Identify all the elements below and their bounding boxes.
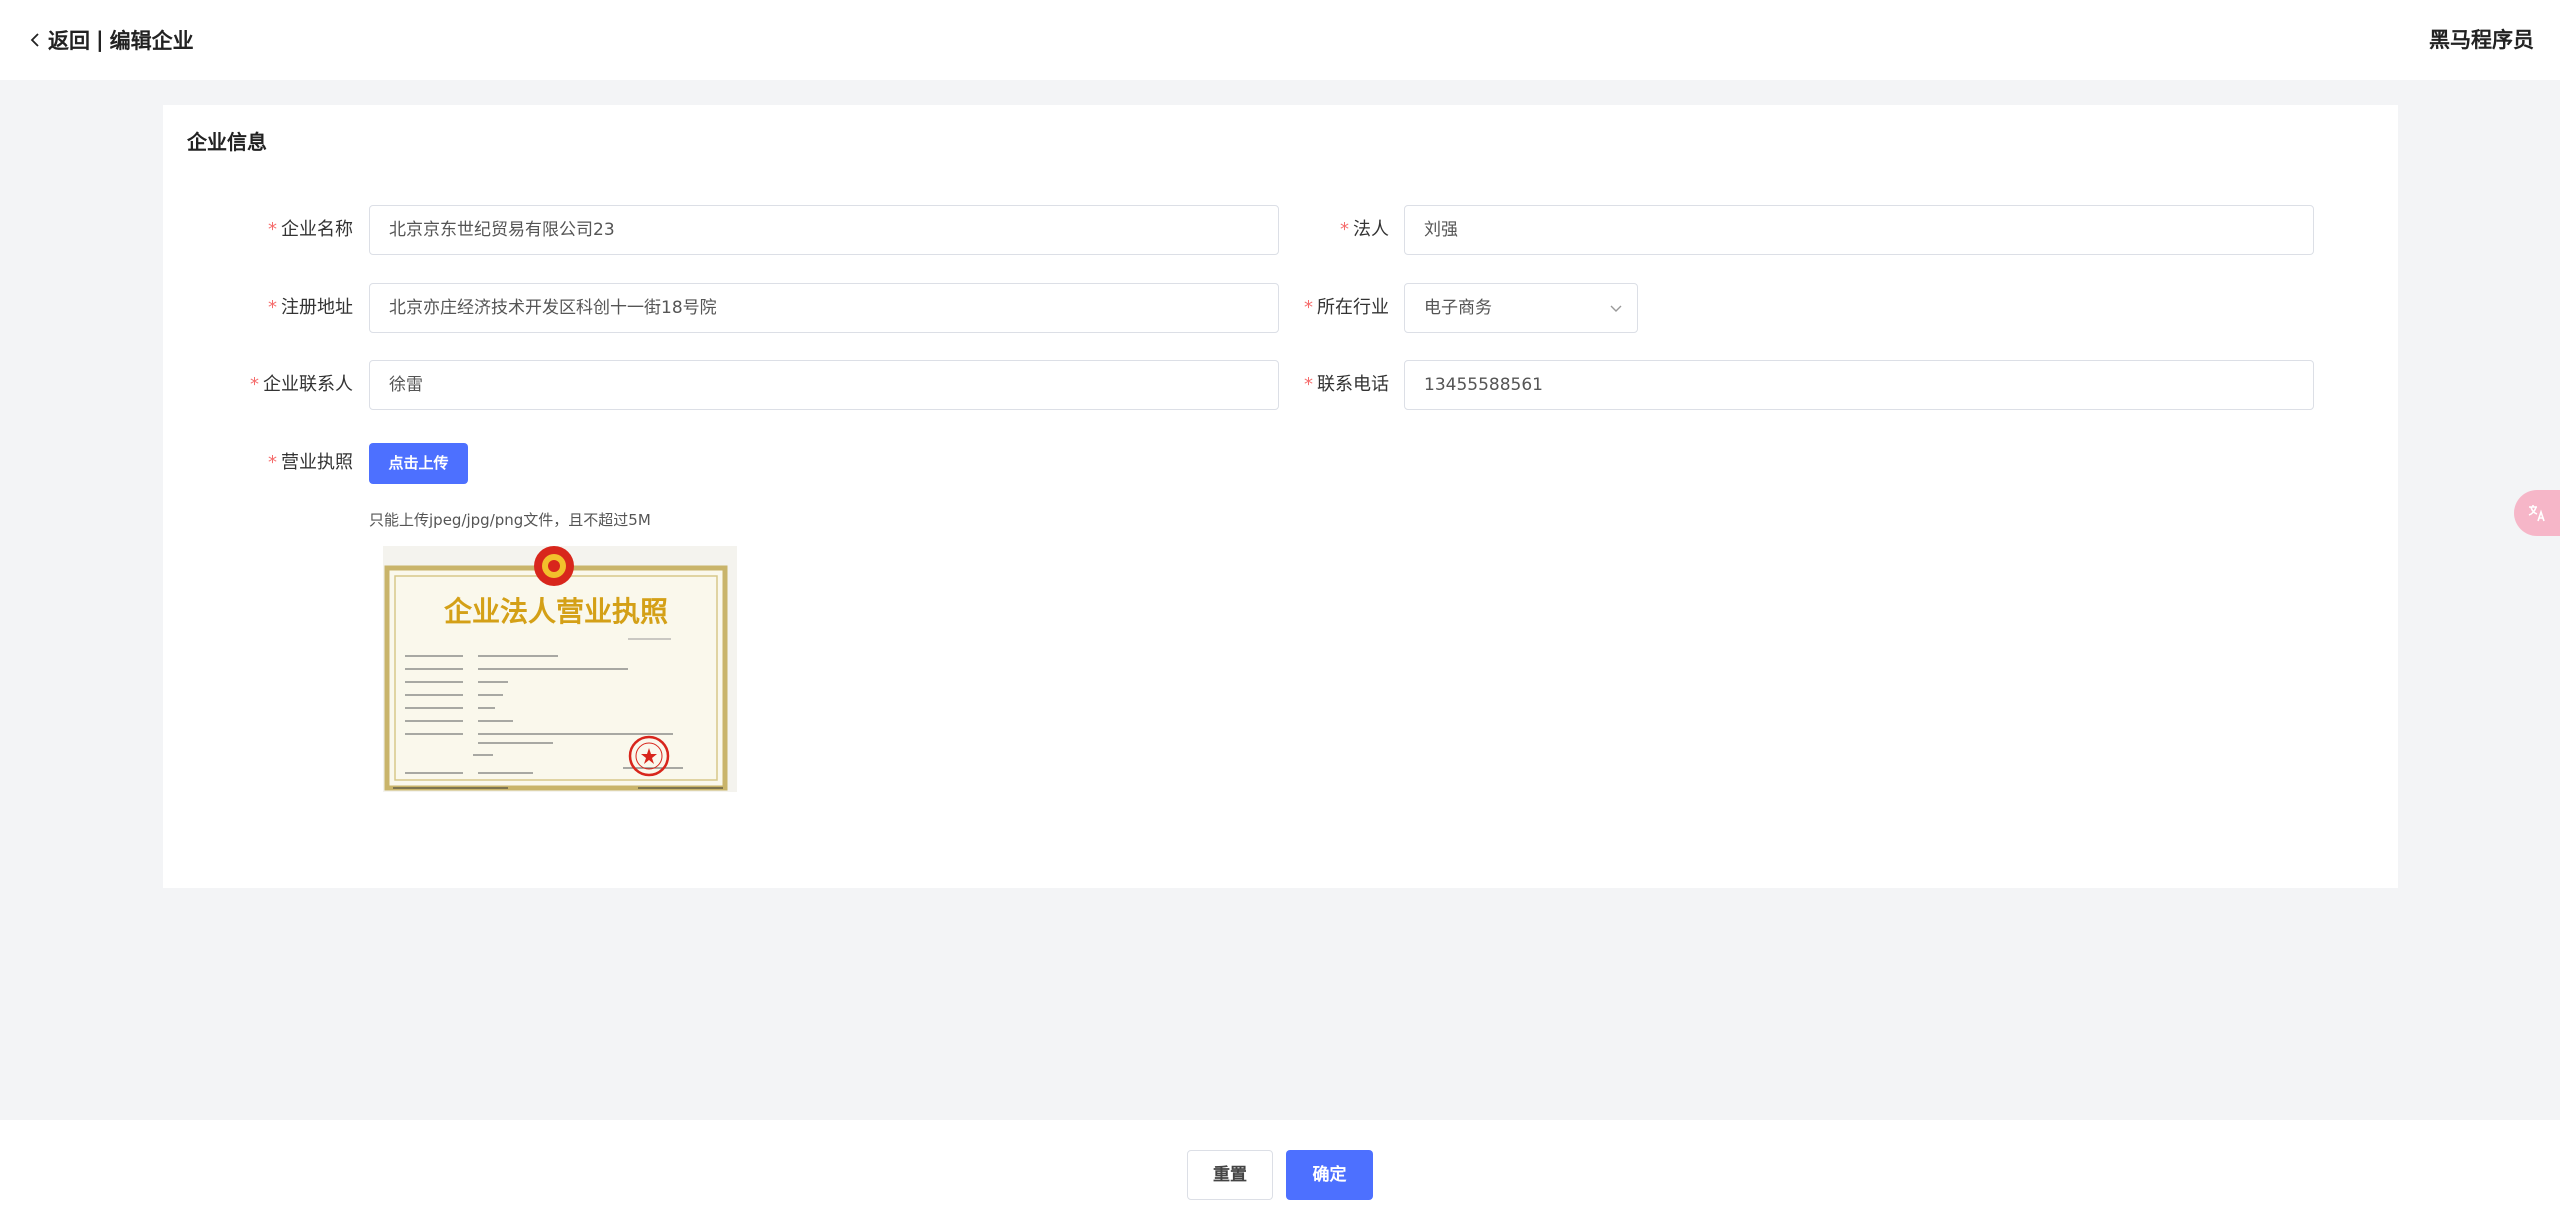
license-image[interactable]: 企业法人营业执照: [383, 546, 737, 792]
license-label: * 营业执照: [268, 452, 353, 473]
contact-input[interactable]: 徐雷: [369, 360, 1279, 410]
chevron-left-icon: [30, 33, 39, 47]
upload-button[interactable]: 点击上传: [369, 443, 468, 484]
reg-address-label: * 注册地址: [268, 297, 353, 318]
phone-input[interactable]: 13455588561: [1404, 360, 2314, 410]
translate-icon: [2528, 505, 2545, 522]
section-title: 企业信息: [187, 130, 267, 154]
phone-label: * 联系电话: [1304, 374, 1389, 395]
company-info-card: 企业信息 * 企业名称 北京京东世纪贸易有限公司23 * 法人 刘强 * 注册地址 北…: [163, 105, 2398, 888]
industry-label: * 所在行业: [1304, 297, 1389, 318]
page-title: 编辑企业: [109, 29, 194, 53]
chevron-down-icon: [1610, 305, 1622, 312]
industry-select[interactable]: 电子商务: [1404, 283, 1638, 333]
company-name-input[interactable]: 北京京东世纪贸易有限公司23: [369, 205, 1279, 255]
contact-label: * 企业联系人: [250, 374, 353, 395]
reg-address-input[interactable]: 北京亦庄经济技术开发区科创十一街18号院: [369, 283, 1279, 333]
translate-float-button[interactable]: [2514, 490, 2560, 536]
footer-bar: 重置 确定: [0, 1120, 2560, 1229]
title-separator: |: [96, 28, 104, 52]
reset-button[interactable]: 重置: [1187, 1150, 1273, 1200]
confirm-button[interactable]: 确定: [1286, 1150, 1373, 1200]
legal-person-input[interactable]: 刘强: [1404, 205, 2314, 255]
user-name[interactable]: 黑马程序员: [2429, 24, 2534, 56]
legal-person-label: * 法人: [1340, 219, 1389, 240]
license-title: 企业法人营业执照: [444, 595, 668, 628]
industry-value: 电子商务: [1424, 298, 1492, 318]
back-link[interactable]: 返回 | 编辑企业: [26, 24, 194, 56]
company-name-label: * 企业名称: [268, 219, 353, 240]
back-label: 返回: [48, 29, 90, 53]
top-bar: 返回 | 编辑企业 黑马程序员: [0, 0, 2560, 80]
upload-tip: 只能上传jpeg/jpg/png文件，且不超过5M: [369, 511, 651, 529]
